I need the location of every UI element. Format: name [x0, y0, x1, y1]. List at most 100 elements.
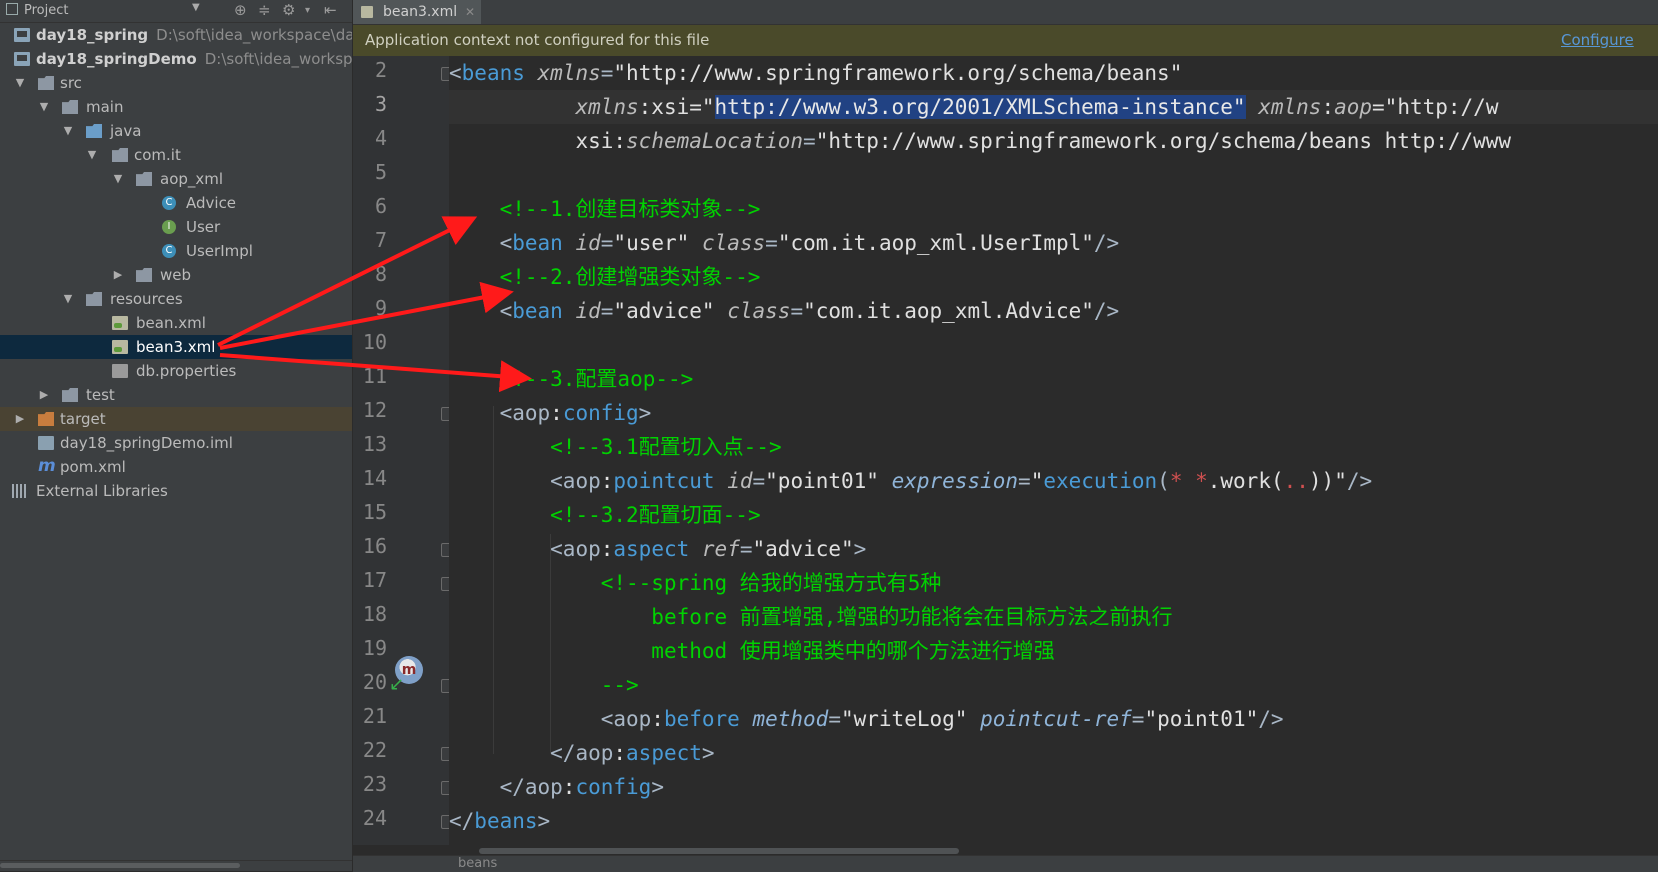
tree-item-day18-spring[interactable]: day18_spring D:\soft\idea_workspace\day1 — [0, 23, 352, 47]
line-number: 17 — [362, 568, 387, 592]
folder-icon — [62, 388, 78, 402]
tree-item-resources[interactable]: ▼ resources — [0, 287, 352, 311]
tree-item-label: test — [86, 386, 115, 404]
code-line-14: <aop:pointcut id="point01" expression="e… — [550, 469, 1373, 493]
tree-item-label: Advice — [186, 194, 237, 212]
tree-item-label: src — [60, 74, 82, 92]
tree-item-label: day18_spring — [36, 26, 149, 44]
expand-arrow-icon[interactable]: ▼ — [38, 95, 50, 119]
collapse-arrow-icon[interactable]: ▶ — [38, 383, 50, 407]
class-icon: C — [162, 196, 176, 210]
tree-item-label: External Libraries — [36, 482, 168, 500]
editor-breadcrumb: beans — [353, 855, 1658, 872]
interface-icon: I — [162, 220, 176, 234]
tree-item-label: day18_springDemo.iml — [60, 434, 233, 452]
excluded-folder-icon — [38, 412, 54, 426]
line-number: 20 — [362, 670, 387, 694]
tree-item-advice[interactable]: C Advice — [0, 191, 352, 215]
tree-item-com-it[interactable]: ▼ com.it — [0, 143, 352, 167]
folder-icon — [62, 100, 78, 114]
code-line-4: xsi:schemaLocation="http://www.springfra… — [575, 129, 1512, 153]
tree-item-userimpl[interactable]: C UserImpl — [0, 239, 352, 263]
tree-item-src[interactable]: ▼ src — [0, 71, 352, 95]
line-number: 16 — [362, 534, 387, 558]
gear-icon[interactable]: ⚙ — [282, 1, 295, 19]
tree-item-external-libraries[interactable]: External Libraries — [0, 479, 352, 503]
line-number: 11 — [362, 364, 387, 388]
module-file-icon — [38, 436, 54, 450]
navigate-arrow-icon[interactable]: ↙ — [389, 674, 404, 695]
tree-item-label: target — [60, 410, 106, 428]
selected-text: http://www.w3.org/2001/XMLSchema-instanc… — [714, 95, 1233, 119]
close-icon[interactable]: ✕ — [465, 0, 475, 24]
tree-item-day18-springdemo[interactable]: day18_springDemo D:\soft\idea_workspac — [0, 47, 352, 71]
project-panel-scrollbar[interactable] — [0, 860, 352, 871]
tree-item-label: com.it — [134, 146, 181, 164]
package-icon — [136, 172, 152, 186]
project-view-selector[interactable]: Project — [6, 3, 68, 18]
collapse-arrow-icon[interactable]: ▶ — [14, 407, 26, 431]
collapse-all-icon[interactable]: ≑ — [258, 1, 271, 19]
tree-item-user[interactable]: I User — [0, 215, 352, 239]
crosshair-icon[interactable]: ⊕ — [234, 1, 247, 19]
editor-horizontal-scrollbar[interactable] — [449, 845, 1658, 855]
breadcrumb-item[interactable]: beans — [458, 856, 497, 872]
line-number: 24 — [362, 806, 387, 830]
expand-arrow-icon[interactable]: ▼ — [112, 167, 124, 191]
tree-item-java[interactable]: ▼ java — [0, 119, 352, 143]
code-editor[interactable]: <beans xmlns="http://www.springframework… — [449, 56, 1658, 845]
spring-xml-icon — [112, 316, 128, 330]
tree-item-label: pom.xml — [60, 458, 126, 476]
tree-item-test[interactable]: ▶ test — [0, 383, 352, 407]
class-icon: C — [162, 244, 176, 258]
tree-item-bean-xml[interactable]: bean.xml — [0, 311, 352, 335]
code-line-11: <!--3.配置aop--> — [499, 367, 694, 391]
code-line-8: <!--2.创建增强类对象--> — [499, 265, 761, 289]
expand-arrow-icon[interactable]: ▼ — [86, 143, 98, 167]
code-line-24: </beans> — [449, 809, 551, 833]
tree-item-label: bean.xml — [136, 314, 206, 332]
tree-item-iml[interactable]: day18_springDemo.iml — [0, 431, 352, 455]
project-panel-title: Project — [24, 3, 69, 18]
tab-bean3-xml[interactable]: bean3.xml ✕ — [353, 0, 481, 24]
tree-item-main[interactable]: ▼ main — [0, 95, 352, 119]
hide-panel-icon[interactable]: ⇤ — [324, 1, 337, 19]
tree-item-pom-xml[interactable]: m pom.xml — [0, 455, 352, 479]
chevron-down-icon[interactable]: ▾ — [305, 5, 310, 16]
line-number: 13 — [362, 432, 387, 456]
libraries-icon — [12, 484, 28, 498]
tree-item-aop-xml[interactable]: ▼ aop_xml — [0, 167, 352, 191]
scrollbar-thumb[interactable] — [0, 863, 240, 868]
tree-item-db-properties[interactable]: db.properties — [0, 359, 352, 383]
context-warning-banner: Application context not configured for t… — [353, 25, 1658, 80]
tree-item-label: web — [160, 266, 192, 284]
code-line-19: method 使用增强类中的哪个方法进行增强 — [651, 639, 1055, 663]
scrollbar-thumb[interactable] — [479, 848, 959, 854]
collapse-arrow-icon[interactable]: ▶ — [112, 263, 124, 287]
code-line-20: --> — [600, 673, 639, 697]
tree-item-target[interactable]: ▶ target — [0, 407, 352, 431]
tree-item-bean3-xml[interactable]: bean3.xml — [0, 335, 352, 359]
line-number: 6 — [374, 194, 387, 218]
tree-item-label: day18_springDemo — [36, 50, 197, 68]
editor-gutter: 2 3 4 5 6 7 8 9 10 11 12 13 14 15 16 17 18 19 20 21 22 23 24 m ↙ — [353, 56, 455, 845]
tree-item-path: D:\soft\idea_workspace\day1 — [156, 26, 353, 44]
code-line-3: xmlns:xsi="http://www.w3.org/2001/XMLSch… — [575, 95, 1499, 119]
code-line-15: <!--3.2配置切面--> — [550, 503, 761, 527]
code-line-2: <beans xmlns="http://www.springframework… — [449, 61, 1183, 85]
tree-item-label: User — [186, 218, 221, 236]
expand-arrow-icon[interactable]: ▼ — [62, 119, 74, 143]
line-number: 18 — [362, 602, 387, 626]
code-line-23: </aop:config> — [499, 775, 664, 799]
project-panel: Project ▼ ⊕ ≑ ⚙ ▾ ⇤ day18_spring D:\soft\… — [0, 0, 353, 871]
chevron-down-icon[interactable]: ▼ — [192, 2, 200, 13]
tree-item-label: java — [110, 122, 142, 140]
project-icon — [6, 3, 18, 15]
code-line-17: <!--spring 给我的增强方式有5种 — [600, 571, 942, 595]
code-line-16: <aop:aspect ref="advice"> — [550, 537, 867, 561]
line-number: 7 — [374, 228, 387, 252]
expand-arrow-icon[interactable]: ▼ — [62, 287, 74, 311]
tree-item-web[interactable]: ▶ web — [0, 263, 352, 287]
editor-tab-bar: bean3.xml ✕ — [353, 0, 1658, 25]
expand-arrow-icon[interactable]: ▼ — [14, 71, 26, 95]
